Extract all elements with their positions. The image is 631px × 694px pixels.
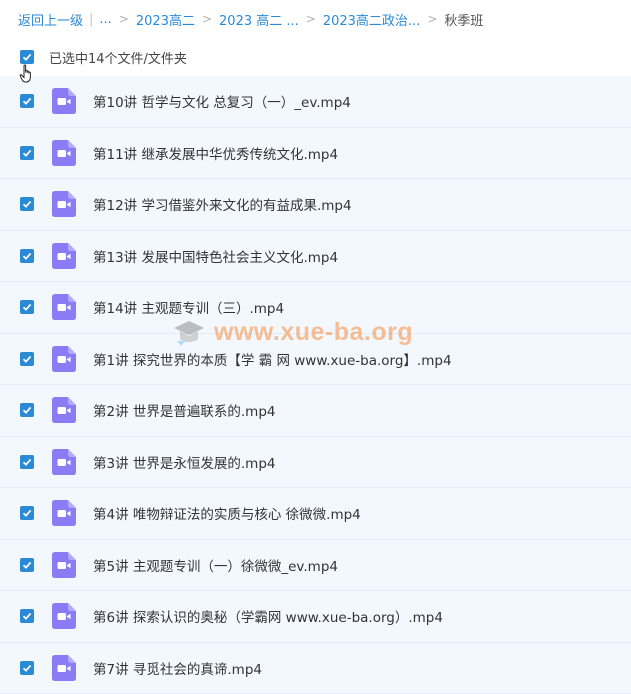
file-row[interactable]: 第6讲 探索认识的奥秘（学霸网 www.xue-ba.org）.mp4 (0, 591, 631, 643)
file-checkbox[interactable] (20, 197, 34, 211)
file-checkbox[interactable] (20, 352, 34, 366)
file-name[interactable]: 第1讲 探究世界的本质【学 霸 网 www.xue-ba.org】.mp4 (93, 349, 452, 369)
file-row[interactable]: 第10讲 哲学与文化 总复习（一）_ev.mp4 (0, 76, 631, 128)
file-row[interactable]: 第14讲 主观题专训（三）.mp4 (0, 282, 631, 334)
file-row[interactable]: 第2讲 世界是普遍联系的.mp4 (0, 385, 631, 437)
video-file-icon (52, 449, 76, 475)
video-file-icon (52, 243, 76, 269)
file-checkbox[interactable] (20, 403, 34, 417)
file-row[interactable]: 第1讲 探究世界的本质【学 霸 网 www.xue-ba.org】.mp4 (0, 334, 631, 386)
breadcrumb-item[interactable]: 2023 高二 ... (219, 10, 299, 29)
file-row[interactable]: 第13讲 发展中国特色社会主义文化.mp4 (0, 231, 631, 283)
file-checkbox[interactable] (20, 455, 34, 469)
hand-pointer-icon (19, 64, 35, 84)
video-file-icon (52, 140, 76, 166)
checkmark-icon (22, 405, 32, 415)
checkmark-icon (22, 251, 32, 261)
file-name[interactable]: 第14讲 主观题专训（三）.mp4 (93, 297, 284, 317)
file-checkbox[interactable] (20, 661, 34, 675)
video-file-icon (52, 346, 76, 372)
file-row[interactable]: 第4讲 唯物辩证法的实质与核心 徐微微.mp4 (0, 488, 631, 540)
video-file-icon (52, 397, 76, 423)
checkmark-icon (22, 302, 32, 312)
checkmark-icon (22, 354, 32, 364)
checkmark-icon (22, 148, 32, 158)
checkmark-icon (22, 52, 32, 62)
file-row[interactable]: 第5讲 主观题专训（一）徐微微_ev.mp4 (0, 540, 631, 592)
video-file-icon (52, 603, 76, 629)
breadcrumb-separator: > (119, 12, 129, 26)
file-name[interactable]: 第12讲 学习借鉴外来文化的有益成果.mp4 (93, 194, 352, 214)
video-file-icon (52, 294, 76, 320)
file-checkbox[interactable] (20, 146, 34, 160)
checkmark-icon (22, 457, 32, 467)
video-file-icon (52, 655, 76, 681)
file-row[interactable]: 第7讲 寻觅社会的真谛.mp4 (0, 643, 631, 694)
breadcrumb-ellipsis[interactable]: ... (99, 12, 111, 27)
breadcrumb-separator: > (202, 12, 212, 26)
file-name[interactable]: 第5讲 主观题专训（一）徐微微_ev.mp4 (93, 555, 338, 575)
checkmark-icon (22, 611, 32, 621)
breadcrumb-current: 秋季班 (444, 10, 483, 29)
file-name[interactable]: 第7讲 寻觅社会的真谛.mp4 (93, 658, 262, 678)
file-name[interactable]: 第2讲 世界是普遍联系的.mp4 (93, 400, 275, 420)
checkmark-icon (22, 199, 32, 209)
breadcrumb-separator: > (427, 12, 437, 26)
checkmark-icon (22, 663, 32, 673)
file-name[interactable]: 第6讲 探索认识的奥秘（学霸网 www.xue-ba.org）.mp4 (93, 606, 443, 626)
select-all-checkbox[interactable] (20, 50, 34, 64)
file-name[interactable]: 第4讲 唯物辩证法的实质与核心 徐微微.mp4 (93, 503, 361, 523)
video-file-icon (52, 191, 76, 217)
video-file-icon (52, 88, 76, 114)
file-name[interactable]: 第11讲 继承发展中华优秀传统文化.mp4 (93, 143, 338, 163)
file-list: 第10讲 哲学与文化 总复习（一）_ev.mp4 第11讲 继承发展中华优秀传统文… (0, 76, 631, 694)
file-name[interactable]: 第10讲 哲学与文化 总复习（一）_ev.mp4 (93, 91, 351, 111)
file-name[interactable]: 第3讲 世界是永恒发展的.mp4 (93, 452, 275, 472)
video-file-icon (52, 500, 76, 526)
selection-count-label: 已选中14个文件/文件夹 (49, 48, 187, 67)
file-checkbox[interactable] (20, 300, 34, 314)
checkmark-icon (22, 560, 32, 570)
file-checkbox[interactable] (20, 609, 34, 623)
breadcrumb-divider: | (89, 12, 93, 27)
file-checkbox[interactable] (20, 558, 34, 572)
file-checkbox[interactable] (20, 249, 34, 263)
breadcrumb-separator: > (306, 12, 316, 26)
file-row[interactable]: 第3讲 世界是永恒发展的.mp4 (0, 437, 631, 489)
video-file-icon (52, 552, 76, 578)
back-link[interactable]: 返回上一级 (18, 10, 83, 29)
file-row[interactable]: 第11讲 继承发展中华优秀传统文化.mp4 (0, 128, 631, 180)
checkmark-icon (22, 508, 32, 518)
file-name[interactable]: 第13讲 发展中国特色社会主义文化.mp4 (93, 246, 338, 266)
checkmark-icon (22, 96, 32, 106)
breadcrumb-item[interactable]: 2023高二政治... (323, 10, 420, 29)
breadcrumb-item[interactable]: 2023高二 (136, 10, 195, 29)
file-checkbox[interactable] (20, 94, 34, 108)
file-checkbox[interactable] (20, 506, 34, 520)
file-row[interactable]: 第12讲 学习借鉴外来文化的有益成果.mp4 (0, 179, 631, 231)
breadcrumb: 返回上一级 | ... > 2023高二 > 2023 高二 ... > 202… (0, 0, 631, 38)
selection-bar: 已选中14个文件/文件夹 (0, 38, 631, 76)
